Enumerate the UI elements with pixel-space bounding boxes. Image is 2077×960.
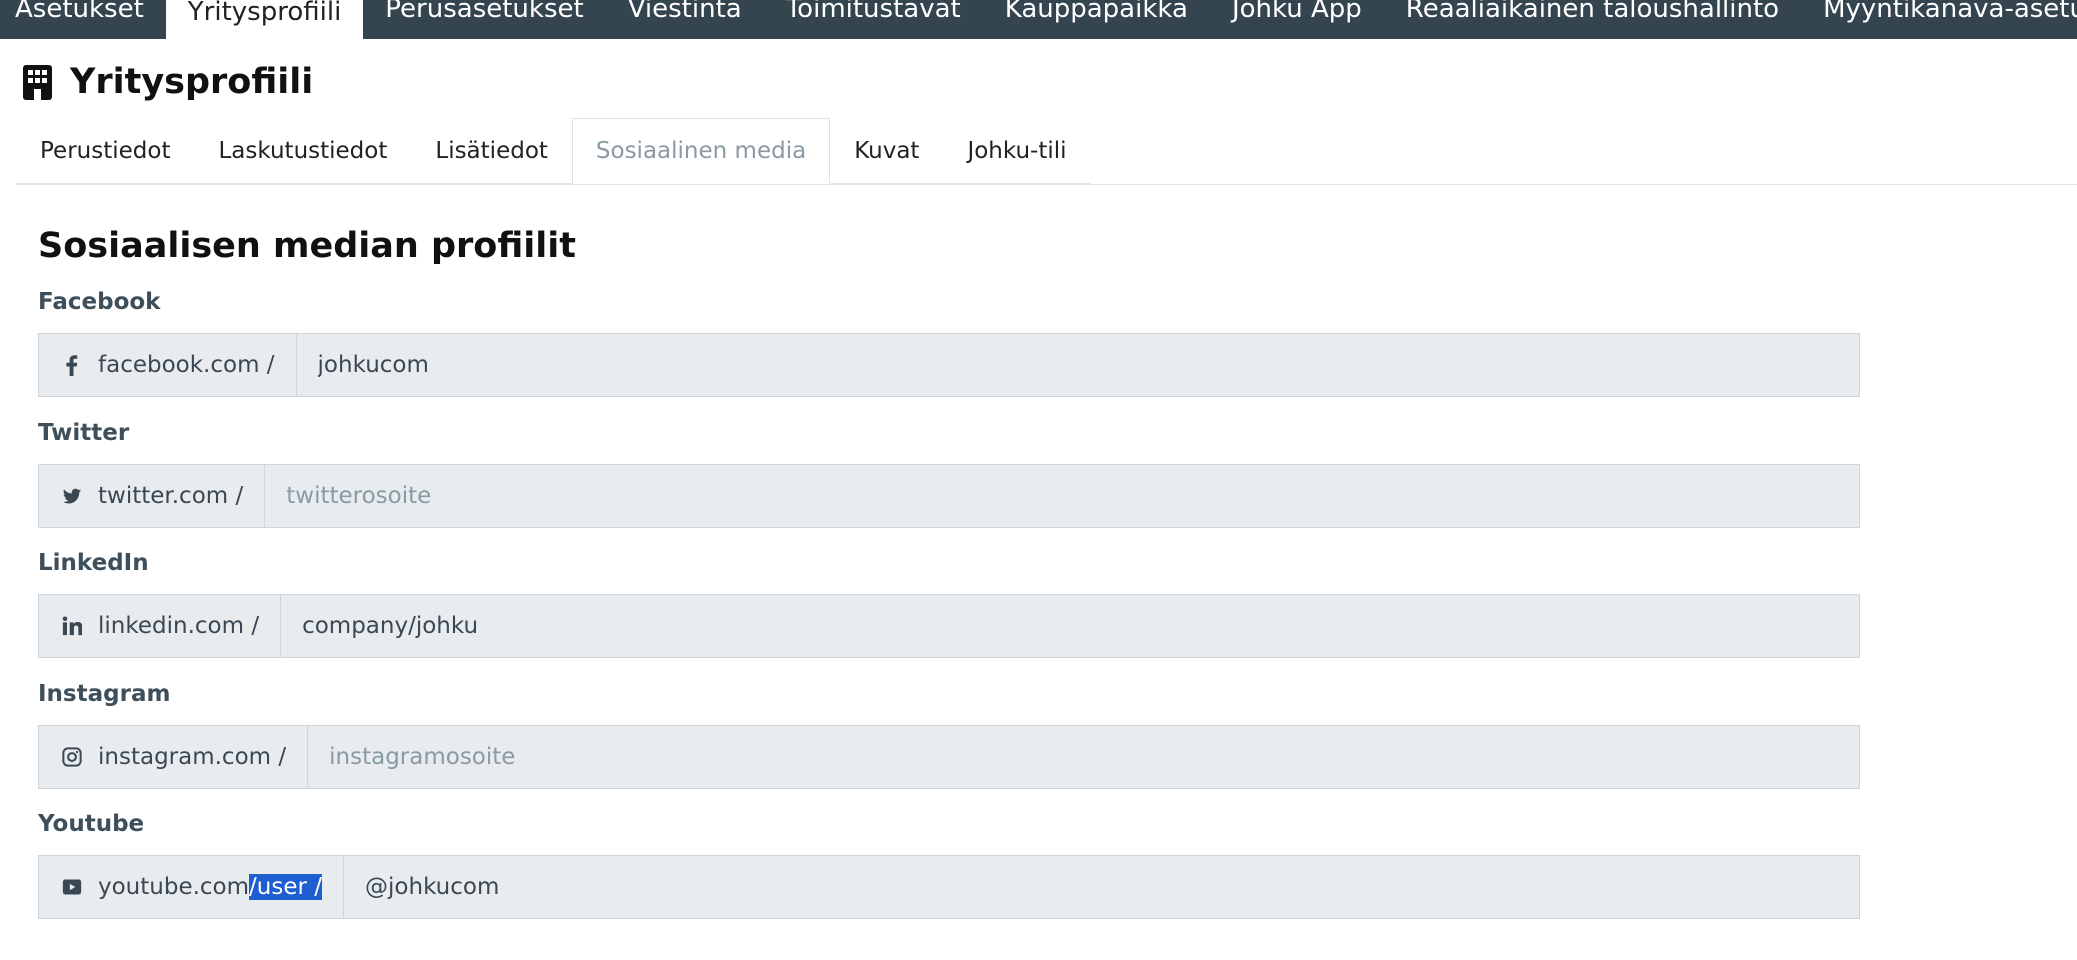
topnav-tab-reaaliaikainen-taloushallinto[interactable]: Reaaliaikainen taloushallinto	[1384, 0, 1801, 28]
twitter-field: Twitter twitter.com /	[38, 418, 1860, 528]
facebook-input-group: facebook.com /	[38, 333, 1860, 397]
facebook-prefix-text: facebook.com /	[98, 352, 275, 378]
tab-label: Johku App	[1231, 0, 1362, 24]
facebook-field: Facebook facebook.com /	[38, 287, 1860, 397]
twitter-input-group: twitter.com /	[38, 464, 1860, 528]
tab-label: Reaaliaikainen taloushallinto	[1405, 0, 1780, 24]
page-header: Yritysprofiili	[22, 62, 313, 102]
facebook-prefix: facebook.com /	[39, 334, 297, 396]
tab-label: Toimitustavat	[785, 0, 961, 24]
instagram-prefix-text: instagram.com /	[98, 744, 287, 770]
topnav-tab-kauppapaikka[interactable]: Kauppapaikka	[983, 0, 1210, 28]
tab-label: Asetukset	[15, 0, 144, 24]
subtab-sosiaalinen-media[interactable]: Sosiaalinen media	[571, 118, 831, 184]
instagram-input[interactable]	[308, 726, 1859, 788]
linkedin-input-group: linkedin.com /	[38, 594, 1860, 658]
tab-label: Yritysprofiili	[187, 0, 342, 27]
subtab-laskutustiedot[interactable]: Laskutustiedot	[194, 118, 412, 184]
subtab-kuvat[interactable]: Kuvat	[830, 118, 944, 184]
youtube-prefix-text: youtube.com	[98, 874, 250, 900]
building-icon	[23, 64, 52, 100]
instagram-input-group: instagram.com /	[38, 725, 1860, 789]
topnav-tab-toimitustavat[interactable]: Toimitustavat	[764, 0, 983, 28]
twitter-input[interactable]	[265, 465, 1859, 527]
instagram-icon	[62, 747, 82, 767]
linkedin-input[interactable]	[281, 595, 1859, 657]
tab-label: Myyntikanava-asetukset	[1823, 0, 2077, 24]
subtab-perustiedot[interactable]: Perustiedot	[16, 118, 195, 184]
instagram-field: Instagram instagram.com /	[38, 679, 1860, 789]
instagram-prefix: instagram.com /	[39, 726, 309, 788]
section-title: Sosiaalisen median profiilit	[38, 226, 576, 266]
youtube-icon	[62, 879, 82, 895]
twitter-icon	[62, 488, 82, 504]
subtab-johku-tili[interactable]: Johku-tili	[943, 118, 1091, 184]
linkedin-prefix: linkedin.com /	[39, 595, 282, 657]
twitter-label: Twitter	[38, 420, 130, 446]
youtube-field: Youtube youtube.com/user /	[38, 809, 1860, 919]
linkedin-icon	[62, 616, 82, 636]
topnav-tab-asetukset[interactable]: Asetukset	[0, 0, 166, 28]
topnav-tab-viestinta[interactable]: Viestintä	[606, 0, 764, 28]
instagram-label: Instagram	[38, 681, 171, 707]
tab-label: Kauppapaikka	[1004, 0, 1188, 24]
youtube-prefix-selected-text: /user /	[249, 874, 323, 900]
top-navigation: Asetukset Yritysprofiili Perusasetukset …	[0, 0, 2077, 39]
linkedin-prefix-text: linkedin.com /	[98, 613, 260, 639]
topnav-tab-myyntikanava-asetukset[interactable]: Myyntikanava-asetukset	[1801, 0, 2077, 28]
linkedin-field: LinkedIn linkedin.com /	[38, 548, 1860, 658]
subtab-lisatiedot[interactable]: Lisätiedot	[411, 118, 572, 184]
tab-label: Viestintä	[627, 0, 742, 24]
topnav-tab-yritysprofiili[interactable]: Yritysprofiili	[165, 0, 364, 39]
twitter-prefix-text: twitter.com /	[98, 483, 244, 509]
facebook-icon	[66, 355, 78, 376]
youtube-input-group: youtube.com/user /	[38, 855, 1860, 919]
youtube-prefix: youtube.com/user /	[39, 856, 345, 918]
tab-label: Perusasetukset	[385, 0, 584, 24]
topnav-tab-perusasetukset[interactable]: Perusasetukset	[363, 0, 605, 28]
page-title: Yritysprofiili	[70, 62, 314, 102]
linkedin-label: LinkedIn	[38, 550, 149, 576]
youtube-input[interactable]	[344, 856, 1859, 918]
twitter-prefix: twitter.com /	[39, 465, 266, 527]
facebook-label: Facebook	[38, 289, 161, 315]
profile-subtabs: Perustiedot Laskutustiedot Lisätiedot So…	[16, 118, 2077, 185]
facebook-input[interactable]	[296, 334, 1859, 396]
youtube-label: Youtube	[38, 811, 145, 837]
topnav-tab-johku-app[interactable]: Johku App	[1210, 0, 1384, 28]
